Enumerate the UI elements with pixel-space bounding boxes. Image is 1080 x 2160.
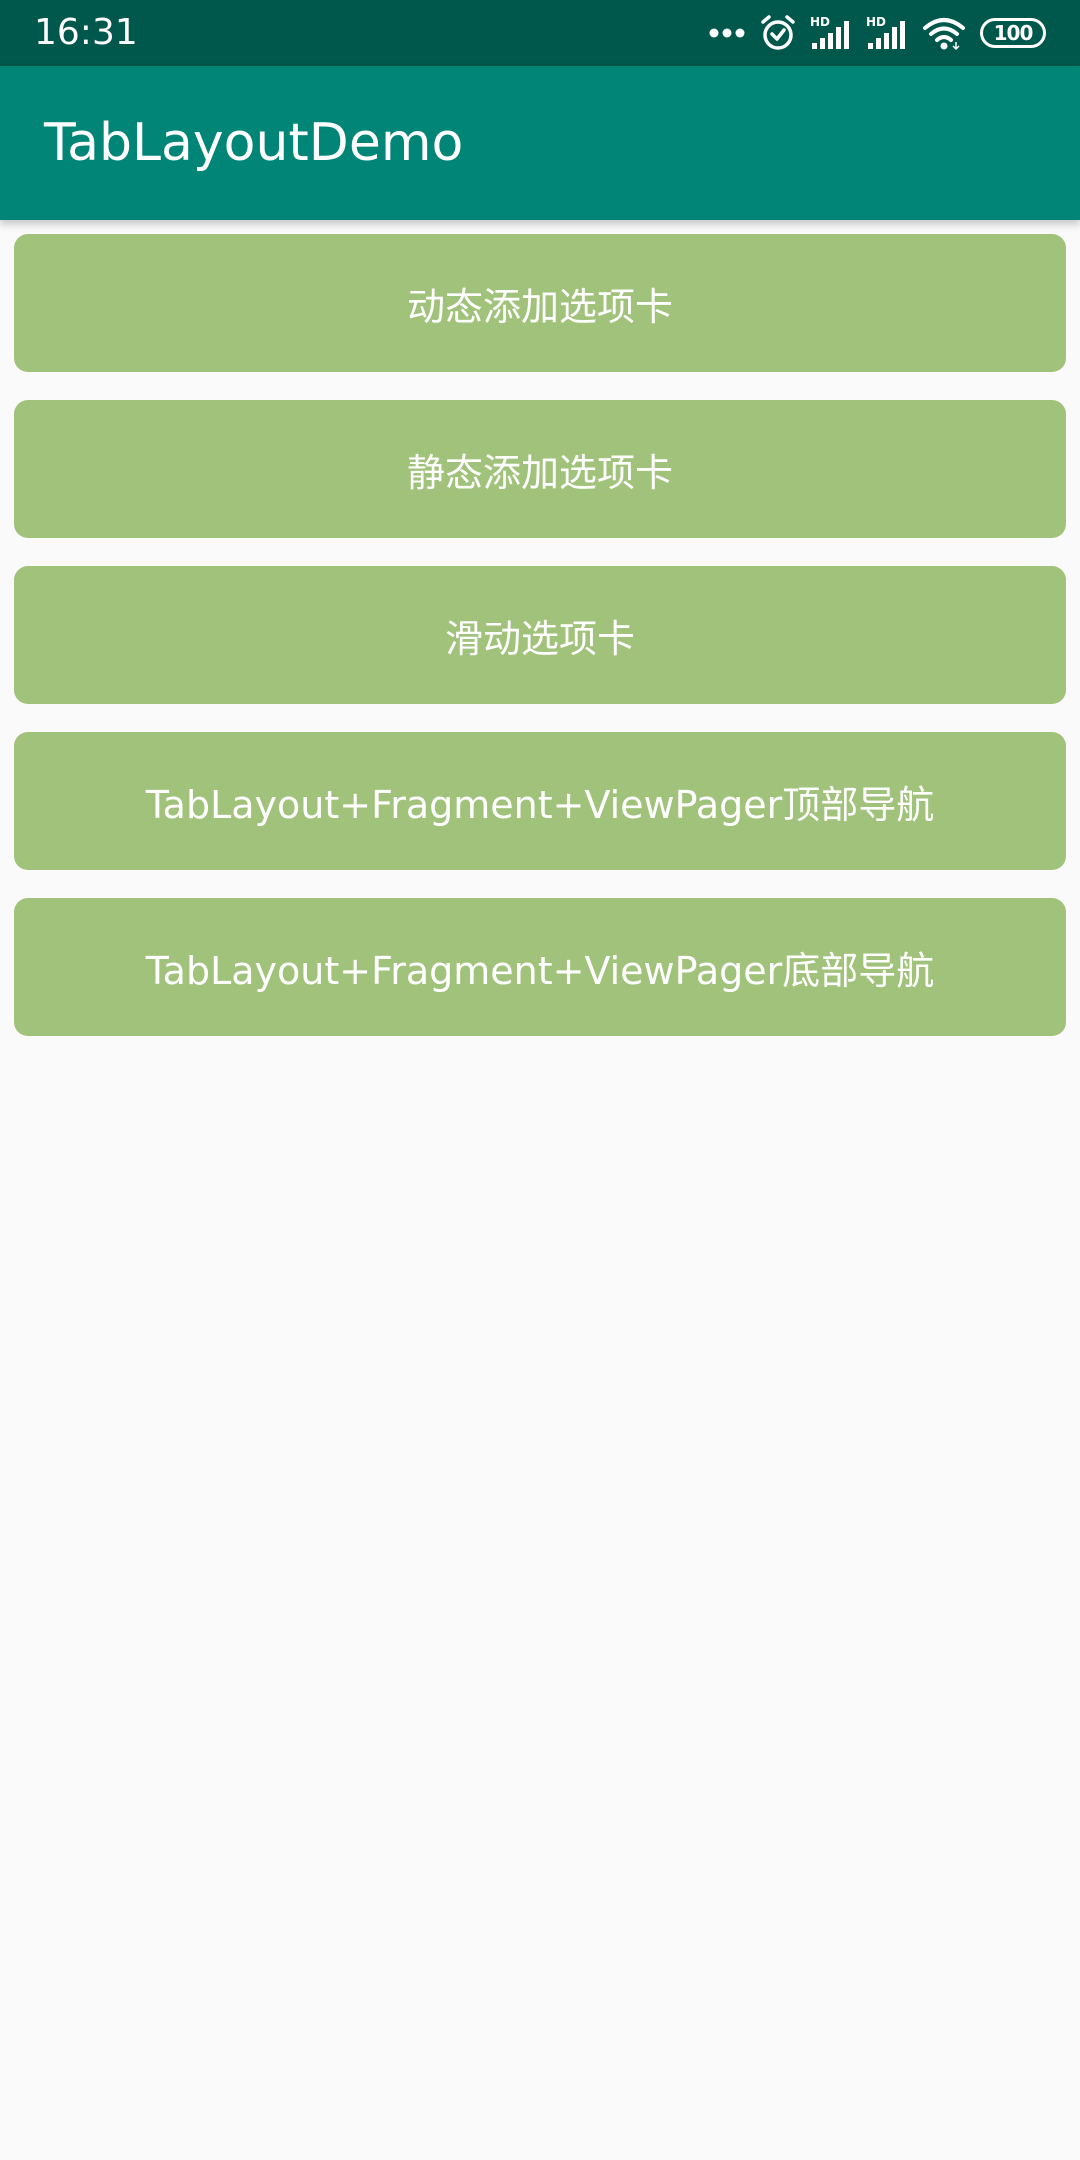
bottom-navigation-button[interactable]: TabLayout+Fragment+ViewPager底部导航 (14, 898, 1066, 1036)
battery-icon: 100 (980, 18, 1046, 48)
status-bar: 16:31 HD HD 100 (0, 0, 1080, 66)
hd-signal-icon: HD (866, 15, 908, 51)
battery-level: 100 (993, 21, 1034, 45)
wifi-icon (922, 16, 966, 50)
svg-text:HD: HD (810, 15, 830, 29)
app-bar: TabLayoutDemo (0, 66, 1080, 220)
static-add-tabs-button[interactable]: 静态添加选项卡 (14, 400, 1066, 538)
top-navigation-button[interactable]: TabLayout+Fragment+ViewPager顶部导航 (14, 732, 1066, 870)
hd-signal-icon: HD (810, 15, 852, 51)
status-icons: HD HD 100 (708, 12, 1046, 54)
alarm-icon (760, 14, 796, 52)
status-time: 16:31 (34, 12, 138, 53)
dynamic-add-tabs-button[interactable]: 动态添加选项卡 (14, 234, 1066, 372)
scrolling-tabs-button[interactable]: 滑动选项卡 (14, 566, 1066, 704)
svg-text:HD: HD (866, 15, 886, 29)
more-dots-icon (708, 27, 746, 39)
app-title: TabLayoutDemo (44, 113, 464, 173)
